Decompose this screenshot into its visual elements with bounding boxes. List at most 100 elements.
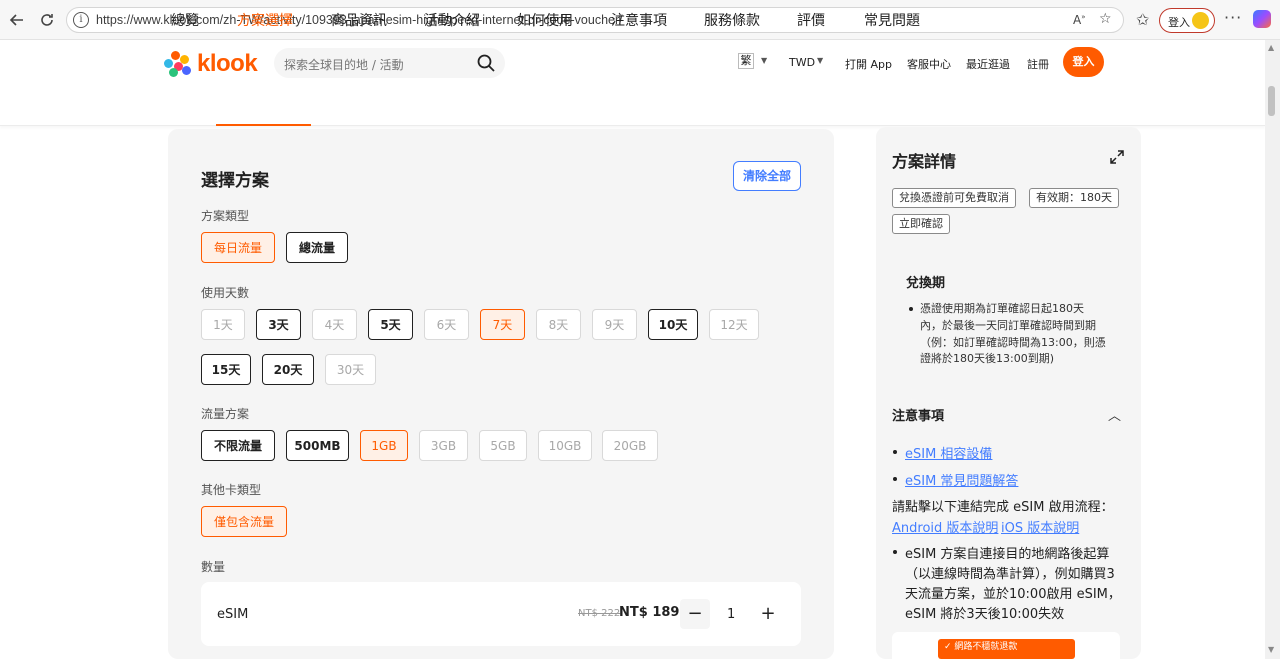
option-chip[interactable]: 每日流量 xyxy=(201,232,275,263)
copilot-icon[interactable] xyxy=(1253,10,1271,28)
original-price: NT$ 222 xyxy=(578,608,621,619)
scroll-down-icon[interactable]: ▼ xyxy=(1268,645,1274,654)
option-chip[interactable]: 500MB xyxy=(286,430,349,461)
redeem-line: 證將於180天後13:00到期) xyxy=(920,352,1054,365)
tab-plan-options[interactable]: 方案選擇 xyxy=(237,10,293,30)
option-chip[interactable]: 20天 xyxy=(262,354,314,385)
option-chip[interactable]: 30天 xyxy=(325,354,376,385)
option-chip[interactable]: 15天 xyxy=(201,354,251,385)
tab-product-info[interactable]: 商品資訊 xyxy=(331,10,387,30)
activation-intro-text: 請點擊以下連結完成 eSIM 啟用流程： xyxy=(892,500,1114,515)
note-line: eSIM 方案自連接目的地網路後起算 xyxy=(905,547,1110,562)
back-icon[interactable] xyxy=(6,9,28,31)
bullet-dot xyxy=(893,477,897,481)
refund-banner-text: 網路不穩就退款 xyxy=(954,642,1018,652)
tab-activity-intro[interactable]: 活動介紹 xyxy=(424,10,480,30)
data-plan-label: 流量方案 xyxy=(201,407,250,421)
plan-selection-panel xyxy=(168,129,834,659)
android-guide-link[interactable]: Android 版本說明 xyxy=(892,517,998,536)
scroll-up-icon[interactable]: ▲ xyxy=(1268,43,1274,52)
note-line: （以連線時間為準計算），例如購買3 xyxy=(905,567,1115,582)
option-chip[interactable]: 總流量 xyxy=(286,232,348,263)
option-chip[interactable]: 僅包含流量 xyxy=(201,506,287,537)
note-line: 天流量方案，並於10:00啟用 eSIM， xyxy=(905,587,1121,602)
reload-icon[interactable] xyxy=(36,9,58,31)
instant-confirm-tag: 立即確認 xyxy=(892,214,950,234)
option-chip[interactable]: 8天 xyxy=(536,309,581,340)
tab-notes[interactable]: 注意事項 xyxy=(611,10,667,30)
option-chip[interactable]: 10天 xyxy=(648,309,698,340)
option-chip[interactable]: 10GB xyxy=(538,430,592,461)
redeem-line: 內，於最後一天同訂單確認時間到期 xyxy=(920,319,1096,332)
plan-section-title: 選擇方案 xyxy=(201,171,269,191)
option-chip[interactable]: 12天 xyxy=(709,309,759,340)
search-icon[interactable] xyxy=(476,53,496,73)
browser-login-button[interactable]: 登入 xyxy=(1159,8,1215,33)
notes-title: 注意事項 xyxy=(892,409,945,424)
option-chip[interactable]: 1天 xyxy=(201,309,245,340)
support-link[interactable]: 客服中心 xyxy=(907,56,951,72)
currency-chevron-icon: ▼ xyxy=(817,56,824,65)
sale-price: NT$ 189 xyxy=(619,605,680,620)
klook-logo[interactable]: klook xyxy=(163,50,258,78)
search-input[interactable]: 探索全球目的地 / 活動 xyxy=(274,48,505,78)
currency-selector[interactable]: TWD xyxy=(789,56,815,69)
tab-overview[interactable]: 總覽 xyxy=(171,10,199,30)
recently-viewed-link[interactable]: 最近逛過 xyxy=(966,56,1010,72)
option-chip[interactable]: 7天 xyxy=(480,309,525,340)
bullet-dot xyxy=(893,550,897,554)
note-line: eSIM 將於3天後10:00失效 xyxy=(905,607,1065,622)
option-chip[interactable]: 4天 xyxy=(312,309,357,340)
redeem-line: 憑證使用期為訂單確認日起180天 xyxy=(920,302,1084,315)
search-placeholder: 探索全球目的地 / 活動 xyxy=(284,58,404,72)
clear-all-button[interactable]: 清除全部 xyxy=(733,161,801,191)
tab-reviews[interactable]: 評價 xyxy=(797,10,825,30)
brand-name: klook xyxy=(197,50,258,77)
quantity-value[interactable]: 1 xyxy=(727,607,735,622)
ios-guide-link[interactable]: iOS 版本說明 xyxy=(1001,517,1079,536)
option-chip[interactable]: 1GB xyxy=(360,430,408,461)
language-chevron-icon: ▼ xyxy=(761,56,768,65)
quantity-decrement-button[interactable]: − xyxy=(680,599,710,629)
open-app-link[interactable]: 打開 App xyxy=(845,56,892,72)
option-chip[interactable]: 20GB xyxy=(602,430,658,461)
bookmark-star-icon[interactable]: ☆ xyxy=(1099,11,1112,27)
collapse-chevron-icon[interactable]: ︿ xyxy=(1108,405,1121,424)
quantity-increment-button[interactable]: + xyxy=(753,599,783,629)
read-aloud-icon[interactable]: A» xyxy=(1073,13,1086,27)
site-info-icon[interactable]: i xyxy=(73,12,89,28)
login-button[interactable]: 登入 xyxy=(1063,47,1104,77)
tab-how-to-use[interactable]: 如何使用 xyxy=(517,10,573,30)
expand-icon[interactable] xyxy=(1110,150,1124,164)
option-chip[interactable]: 3GB xyxy=(419,430,468,461)
tab-terms[interactable]: 服務條款 xyxy=(704,10,760,30)
card-type-label: 其他卡類型 xyxy=(201,483,262,497)
browser-login-label: 登入 xyxy=(1168,16,1190,29)
tab-faq[interactable]: 常見問題 xyxy=(864,10,920,30)
address-bar[interactable]: i https://www.klook.com/zh-TW/activity/1… xyxy=(66,7,1124,33)
section-tabs xyxy=(0,88,1265,126)
validity-tag: 有效期：180天 xyxy=(1029,188,1119,208)
profile-avatar-icon xyxy=(1192,12,1209,29)
option-chip[interactable]: 3天 xyxy=(256,309,301,340)
scrollbar-thumb[interactable] xyxy=(1268,86,1275,116)
plan-type-label: 方案類型 xyxy=(201,209,250,223)
language-selector[interactable]: 繁 xyxy=(738,53,754,69)
redeem-period-title: 兌換期 xyxy=(906,276,946,291)
esim-faq-link[interactable]: eSIM 常見問題解答 xyxy=(905,470,1018,489)
days-label: 使用天數 xyxy=(201,286,250,300)
esim-devices-link[interactable]: eSIM 相容設備 xyxy=(905,443,992,462)
quantity-label: 數量 xyxy=(201,560,226,574)
page-scrollbar[interactable] xyxy=(1265,40,1280,659)
option-chip[interactable]: 9天 xyxy=(592,309,637,340)
favorites-icon[interactable]: ✩ xyxy=(1136,10,1149,29)
option-chip[interactable]: 5天 xyxy=(368,309,413,340)
signup-link[interactable]: 註冊 xyxy=(1027,56,1049,72)
option-chip[interactable]: 不限流量 xyxy=(201,430,275,461)
option-chip[interactable]: 6天 xyxy=(424,309,469,340)
bullet-dot xyxy=(893,450,897,454)
quantity-card xyxy=(201,582,801,646)
option-chip[interactable]: 5GB xyxy=(479,430,527,461)
more-menu-icon[interactable]: ··· xyxy=(1224,8,1242,27)
klook-logo-icon xyxy=(163,50,193,78)
